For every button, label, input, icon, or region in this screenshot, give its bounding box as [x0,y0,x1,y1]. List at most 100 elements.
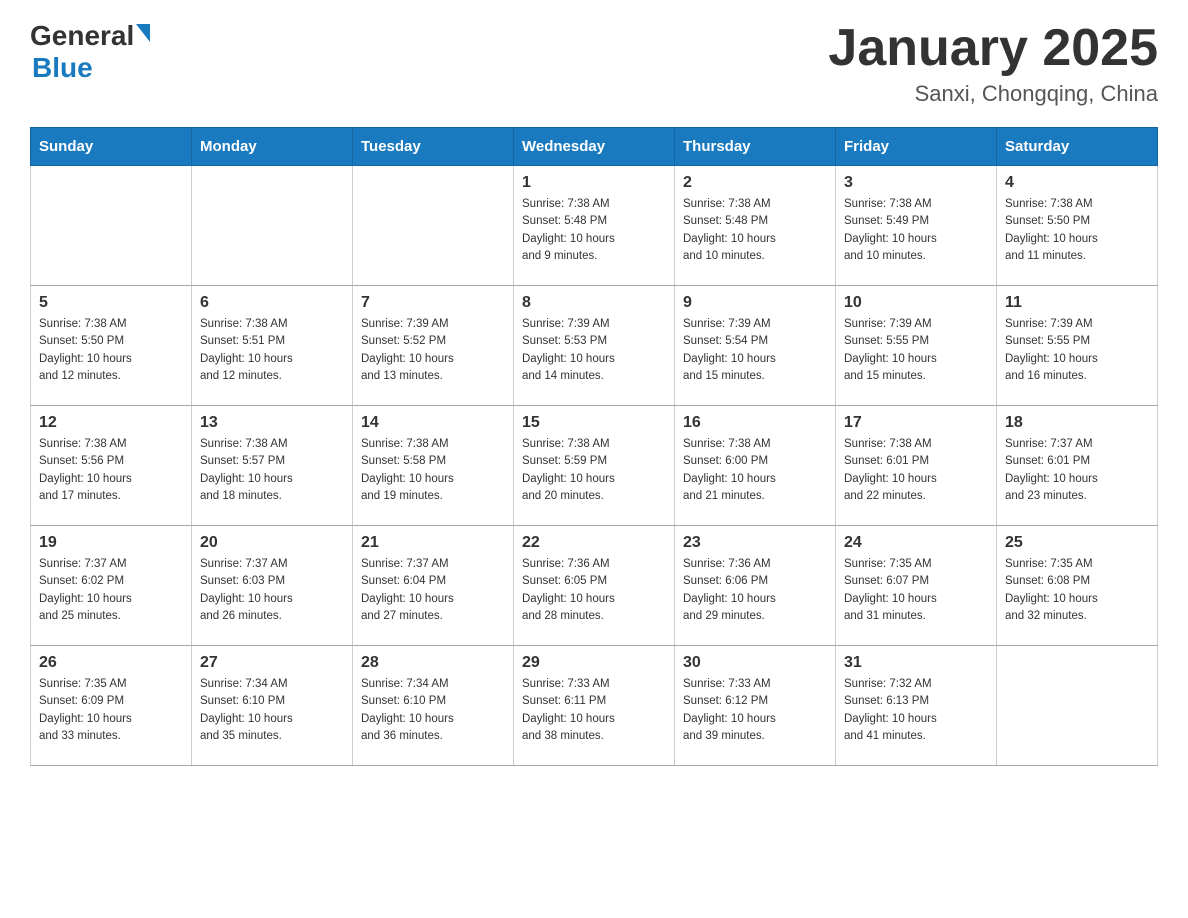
day-info: Sunrise: 7:33 AMSunset: 6:11 PMDaylight:… [522,676,666,745]
day-number: 18 [1005,414,1149,432]
logo: General Blue [30,20,150,84]
day-info: Sunrise: 7:37 AMSunset: 6:03 PMDaylight:… [200,556,344,625]
day-info: Sunrise: 7:39 AMSunset: 5:54 PMDaylight:… [683,316,827,385]
day-info: Sunrise: 7:35 AMSunset: 6:08 PMDaylight:… [1005,556,1149,625]
calendar-day-header: Monday [192,128,353,166]
calendar-cell: 16 Sunrise: 7:38 AMSunset: 6:00 PMDayligh… [675,406,836,526]
calendar-cell [31,166,192,286]
calendar-cell: 23 Sunrise: 7:36 AMSunset: 6:06 PMDayligh… [675,526,836,646]
location-subtitle: Sanxi, Chongqing, China [828,81,1158,107]
calendar-cell: 13Sunrise: 7:38 AMSunset: 5:57 PMDayligh… [192,406,353,526]
day-info: Sunrise: 7:37 AMSunset: 6:02 PMDaylight:… [39,556,183,625]
day-number: 24 [844,534,988,552]
logo-general-text: General [30,20,134,52]
day-number: 15 [522,414,666,432]
day-number: 27 [200,654,344,672]
day-info: Sunrise: 7:35 AMSunset: 6:09 PMDaylight:… [39,676,183,745]
day-number: 17 [844,414,988,432]
day-number: 8 [522,294,666,312]
day-info: Sunrise: 7:37 AMSunset: 6:04 PMDaylight:… [361,556,505,625]
day-number: 29 [522,654,666,672]
calendar-cell: 21 Sunrise: 7:37 AMSunset: 6:04 PMDayligh… [353,526,514,646]
day-number: 1 [522,174,666,192]
calendar-cell [997,646,1158,766]
calendar-cell: 6 Sunrise: 7:38 AMSunset: 5:51 PMDaylight… [192,286,353,406]
day-info: Sunrise: 7:38 AMSunset: 5:48 PMDaylight:… [522,196,666,265]
calendar-cell: 15 Sunrise: 7:38 AMSunset: 5:59 PMDayligh… [514,406,675,526]
day-info: Sunrise: 7:39 AMSunset: 5:52 PMDaylight:… [361,316,505,385]
calendar-cell: 11 Sunrise: 7:39 AMSunset: 5:55 PMDayligh… [997,286,1158,406]
day-info: Sunrise: 7:38 AMSunset: 5:49 PMDaylight:… [844,196,988,265]
day-info: Sunrise: 7:38 AMSunset: 5:58 PMDaylight:… [361,436,505,505]
calendar-week-row: 12 Sunrise: 7:38 AMSunset: 5:56 PMDayligh… [31,406,1158,526]
day-info: Sunrise: 7:36 AMSunset: 6:05 PMDaylight:… [522,556,666,625]
day-info: Sunrise: 7:38 AMSunset: 5:56 PMDaylight:… [39,436,183,505]
calendar-day-header: Thursday [675,128,836,166]
day-number: 19 [39,534,183,552]
day-number: 2 [683,174,827,192]
day-number: 9 [683,294,827,312]
calendar-cell: 29 Sunrise: 7:33 AMSunset: 6:11 PMDayligh… [514,646,675,766]
day-number: 20 [200,534,344,552]
day-number: 26 [39,654,183,672]
calendar-cell: 12 Sunrise: 7:38 AMSunset: 5:56 PMDayligh… [31,406,192,526]
day-info: Sunrise: 7:38 AMSunset: 6:01 PMDaylight:… [844,436,988,505]
calendar-header-row: SundayMondayTuesdayWednesdayThursdayFrid… [31,128,1158,166]
calendar-cell: 18 Sunrise: 7:37 AMSunset: 6:01 PMDayligh… [997,406,1158,526]
calendar-day-header: Wednesday [514,128,675,166]
page-header: General Blue January 2025 Sanxi, Chongqi… [30,20,1158,107]
day-info: Sunrise: 7:34 AMSunset: 6:10 PMDaylight:… [200,676,344,745]
day-info: Sunrise: 7:32 AMSunset: 6:13 PMDaylight:… [844,676,988,745]
day-info: Sunrise: 7:39 AMSunset: 5:53 PMDaylight:… [522,316,666,385]
day-number: 21 [361,534,505,552]
day-info: Sunrise: 7:38 AMSunset: 5:51 PMDaylight:… [200,316,344,385]
day-number: 6 [200,294,344,312]
calendar-cell: 5Sunrise: 7:38 AMSunset: 5:50 PMDaylight… [31,286,192,406]
calendar-cell: 1 Sunrise: 7:38 AMSunset: 5:48 PMDaylight… [514,166,675,286]
calendar-cell: 27 Sunrise: 7:34 AMSunset: 6:10 PMDayligh… [192,646,353,766]
day-number: 13 [200,414,344,432]
calendar-cell: 31Sunrise: 7:32 AMSunset: 6:13 PMDayligh… [836,646,997,766]
calendar-day-header: Saturday [997,128,1158,166]
day-number: 28 [361,654,505,672]
calendar-week-row: 5Sunrise: 7:38 AMSunset: 5:50 PMDaylight… [31,286,1158,406]
calendar-cell: 3 Sunrise: 7:38 AMSunset: 5:49 PMDaylight… [836,166,997,286]
day-info: Sunrise: 7:38 AMSunset: 5:59 PMDaylight:… [522,436,666,505]
calendar-day-header: Tuesday [353,128,514,166]
day-number: 23 [683,534,827,552]
day-info: Sunrise: 7:33 AMSunset: 6:12 PMDaylight:… [683,676,827,745]
calendar-week-row: 19 Sunrise: 7:37 AMSunset: 6:02 PMDayligh… [31,526,1158,646]
day-number: 22 [522,534,666,552]
day-number: 16 [683,414,827,432]
calendar-cell: 9 Sunrise: 7:39 AMSunset: 5:54 PMDaylight… [675,286,836,406]
day-info: Sunrise: 7:38 AMSunset: 6:00 PMDaylight:… [683,436,827,505]
month-title: January 2025 [828,20,1158,77]
calendar-cell: 22 Sunrise: 7:36 AMSunset: 6:05 PMDayligh… [514,526,675,646]
day-info: Sunrise: 7:37 AMSunset: 6:01 PMDaylight:… [1005,436,1149,505]
calendar-cell: 20 Sunrise: 7:37 AMSunset: 6:03 PMDayligh… [192,526,353,646]
day-info: Sunrise: 7:39 AMSunset: 5:55 PMDaylight:… [1005,316,1149,385]
day-number: 3 [844,174,988,192]
day-info: Sunrise: 7:38 AMSunset: 5:48 PMDaylight:… [683,196,827,265]
logo-blue-text: Blue [32,52,93,83]
day-info: Sunrise: 7:39 AMSunset: 5:55 PMDaylight:… [844,316,988,385]
day-number: 25 [1005,534,1149,552]
logo-triangle-icon [136,24,150,42]
day-number: 11 [1005,294,1149,312]
calendar-week-row: 26 Sunrise: 7:35 AMSunset: 6:09 PMDayligh… [31,646,1158,766]
calendar-cell: 4Sunrise: 7:38 AMSunset: 5:50 PMDaylight… [997,166,1158,286]
day-info: Sunrise: 7:34 AMSunset: 6:10 PMDaylight:… [361,676,505,745]
calendar-table: SundayMondayTuesdayWednesdayThursdayFrid… [30,127,1158,766]
calendar-cell: 19 Sunrise: 7:37 AMSunset: 6:02 PMDayligh… [31,526,192,646]
day-number: 12 [39,414,183,432]
calendar-cell: 30 Sunrise: 7:33 AMSunset: 6:12 PMDayligh… [675,646,836,766]
calendar-cell: 26 Sunrise: 7:35 AMSunset: 6:09 PMDayligh… [31,646,192,766]
calendar-cell [353,166,514,286]
day-info: Sunrise: 7:36 AMSunset: 6:06 PMDaylight:… [683,556,827,625]
day-number: 30 [683,654,827,672]
calendar-cell [192,166,353,286]
day-number: 5 [39,294,183,312]
calendar-cell: 8 Sunrise: 7:39 AMSunset: 5:53 PMDaylight… [514,286,675,406]
calendar-cell: 2 Sunrise: 7:38 AMSunset: 5:48 PMDaylight… [675,166,836,286]
calendar-cell: 28 Sunrise: 7:34 AMSunset: 6:10 PMDayligh… [353,646,514,766]
